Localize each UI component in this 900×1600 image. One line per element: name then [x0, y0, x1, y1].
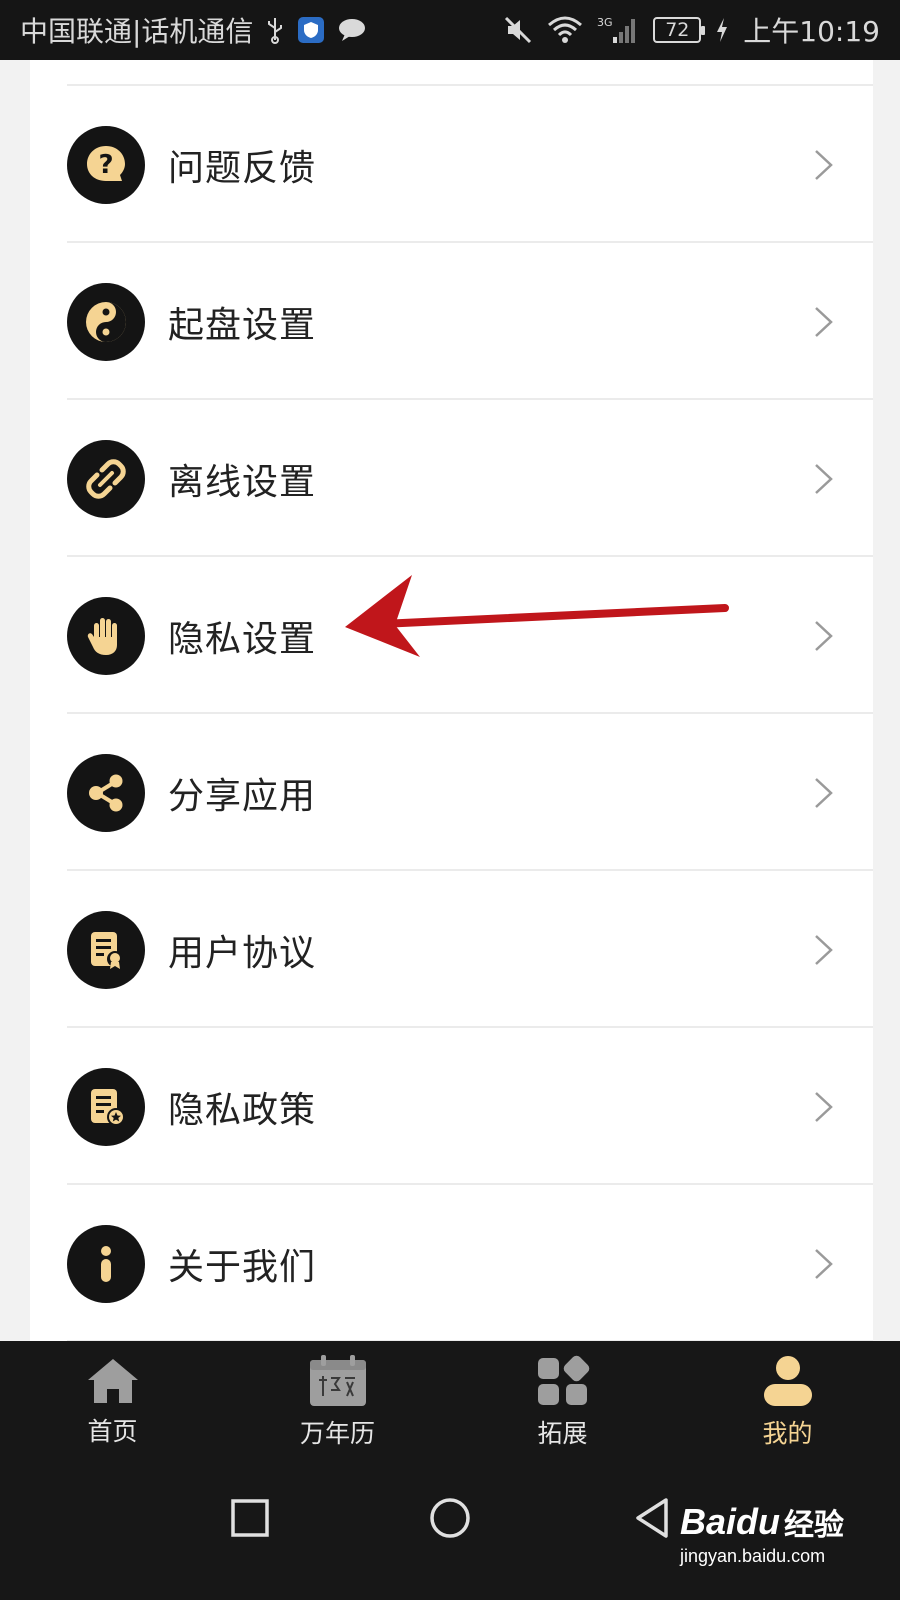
shield-app-icon: [297, 16, 325, 44]
menu-item-share-app[interactable]: 分享应用: [30, 714, 873, 871]
home-circle-icon: [430, 1498, 470, 1538]
menu-item-label: 用户协议: [168, 932, 317, 974]
menu-item-label: 问题反馈: [168, 147, 317, 189]
menu-item-feedback[interactable]: ? 问题反馈: [30, 86, 873, 243]
menu-item-offline-settings[interactable]: 离线设置: [30, 400, 873, 557]
tab-extensions[interactable]: 拓展: [450, 1341, 675, 1463]
carrier-label: 中国联通|话机通信: [20, 15, 254, 48]
calendar-icon: [309, 1355, 366, 1406]
menu-item-privacy-policy[interactable]: 隐私政策: [30, 1028, 873, 1185]
share-icon: [67, 753, 145, 832]
bottom-tab-bar: 首页 万年历 拓展 我的: [0, 1341, 900, 1463]
menu-item-label: 隐私设置: [168, 618, 317, 660]
chevron-right-icon: [815, 149, 833, 180]
battery-level: 72: [665, 19, 690, 41]
chevron-right-icon: [815, 306, 833, 337]
menu-item-privacy-settings[interactable]: 隐私设置: [30, 557, 873, 714]
menu-item-label: 起盘设置: [168, 304, 317, 346]
back-button[interactable]: [627, 1493, 677, 1543]
question-bubble-icon: ?: [67, 125, 145, 204]
recent-apps-button[interactable]: [225, 1493, 275, 1543]
policy-document-icon: [67, 1067, 145, 1146]
tab-label: 万年历: [299, 1419, 375, 1448]
menu-item-chart-settings[interactable]: 起盘设置: [30, 243, 873, 400]
chevron-right-icon: [815, 1091, 833, 1122]
menu-item-user-agreement[interactable]: 用户协议: [30, 871, 873, 1028]
status-left: 中国联通|话机通信: [20, 10, 503, 50]
recent-apps-icon: [231, 1499, 269, 1537]
battery-icon: 72: [653, 17, 706, 43]
apps-grid-icon: [537, 1355, 589, 1405]
menu-item-label: 隐私政策: [168, 1089, 317, 1131]
usb-icon: [265, 16, 285, 44]
menu-item-label: 关于我们: [168, 1246, 317, 1288]
system-nav-bar: [0, 1463, 900, 1600]
tab-label: 首页: [87, 1417, 138, 1446]
clock: 上午10:19: [743, 15, 880, 48]
home-nav-button[interactable]: [425, 1493, 475, 1543]
tab-label: 我的: [762, 1419, 813, 1448]
tab-calendar[interactable]: 万年历: [225, 1341, 450, 1463]
yin-yang-icon: [67, 282, 145, 361]
certificate-document-icon: [67, 910, 145, 989]
user-icon: [763, 1356, 812, 1406]
wifi-icon: [547, 15, 583, 45]
info-icon: [67, 1224, 145, 1303]
svg-text:?: ?: [98, 150, 113, 180]
menu-item-about-us[interactable]: 关于我们: [30, 1185, 873, 1342]
menu-item-label: 分享应用: [168, 775, 317, 817]
status-right: 3G 72 上午10:19: [503, 10, 880, 50]
charging-icon: [715, 17, 729, 43]
network-type-label: 3G: [597, 16, 613, 29]
chevron-right-icon: [815, 463, 833, 494]
signal-icon: 3G: [597, 15, 639, 45]
chevron-right-icon: [815, 1248, 833, 1279]
back-triangle-icon: [636, 1498, 668, 1538]
settings-menu: ? 问题反馈 起盘设置 离线设置 隐私设置 分享应用 用户协议 隐私政策 关于我…: [30, 60, 873, 1342]
chevron-right-icon: [815, 934, 833, 965]
tab-label: 拓展: [537, 1419, 588, 1448]
hand-icon: [67, 596, 145, 675]
home-icon: [87, 1359, 138, 1403]
menu-item-label: 离线设置: [168, 461, 317, 503]
tab-home[interactable]: 首页: [0, 1341, 225, 1463]
tab-mine[interactable]: 我的: [675, 1341, 900, 1463]
chevron-right-icon: [815, 620, 833, 651]
broken-link-icon: [67, 439, 145, 518]
status-bar: 中国联通|话机通信 3G 72 上午10:19: [0, 0, 900, 60]
chevron-right-icon: [815, 777, 833, 808]
mute-icon: [503, 15, 533, 45]
message-icon: [337, 17, 367, 43]
